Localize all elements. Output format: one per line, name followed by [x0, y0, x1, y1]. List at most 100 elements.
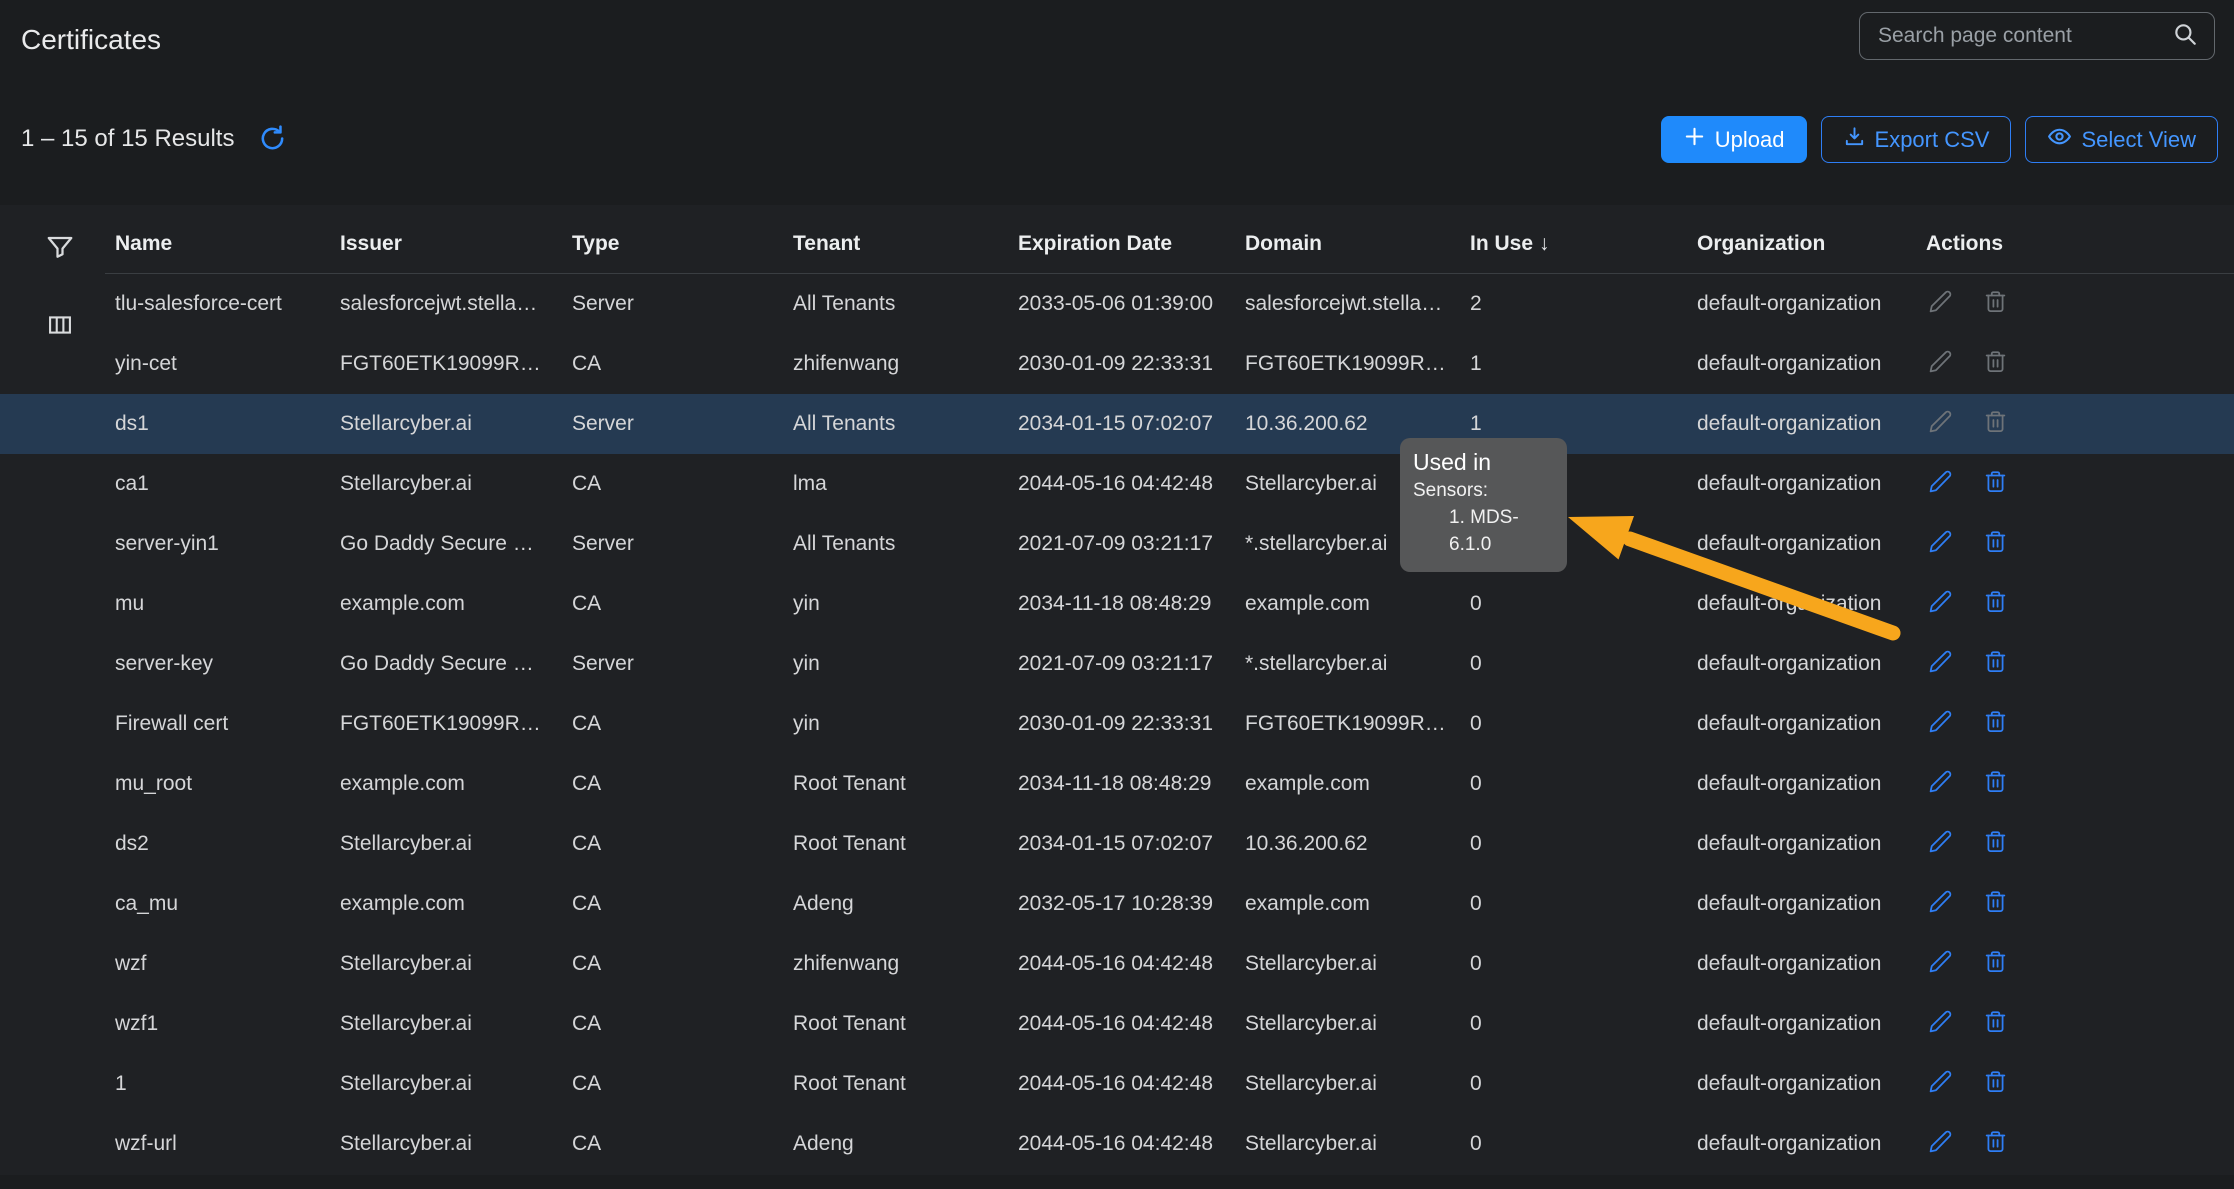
table-row[interactable]: 1Stellarcyber.aiCARoot Tenant2044-05-16 …: [0, 1054, 2234, 1114]
edit-icon[interactable]: [1928, 469, 1953, 500]
table-row[interactable]: ca1Stellarcyber.aiCAlma2044-05-16 04:42:…: [0, 454, 2234, 514]
table-row[interactable]: ds1Stellarcyber.aiServerAll Tenants2034-…: [0, 394, 2234, 454]
table-row[interactable]: yin-cetFGT60ETK19099R…CAzhifenwang2030-0…: [0, 334, 2234, 394]
search-input[interactable]: [1876, 23, 2162, 49]
delete-icon[interactable]: [1983, 949, 2008, 980]
edit-icon[interactable]: [1928, 709, 1953, 740]
delete-icon[interactable]: [1983, 1069, 2008, 1100]
edit-icon[interactable]: [1928, 529, 1953, 560]
cell-organization: default-organization: [1687, 772, 1916, 796]
cell-expiration: 2044-05-16 04:42:48: [1008, 1012, 1235, 1036]
cell-organization: default-organization: [1687, 1012, 1916, 1036]
cell-domain: example.com: [1235, 892, 1460, 916]
cell-expiration: 2030-01-09 22:33:31: [1008, 352, 1235, 376]
table-row[interactable]: tlu-salesforce-certsalesforcejwt.stella……: [0, 274, 2234, 334]
edit-icon[interactable]: [1928, 589, 1953, 620]
refresh-icon[interactable]: [258, 124, 288, 154]
edit-icon[interactable]: [1928, 1129, 1953, 1160]
delete-icon[interactable]: [1983, 529, 2008, 560]
edit-icon[interactable]: [1928, 769, 1953, 800]
cell-actions: [1916, 949, 2234, 980]
table-row[interactable]: ds2Stellarcyber.aiCARoot Tenant2034-01-1…: [0, 814, 2234, 874]
cell-expiration: 2034-11-18 08:48:29: [1008, 592, 1235, 616]
cell-name: 1: [105, 1072, 330, 1096]
delete-icon[interactable]: [1983, 589, 2008, 620]
delete-icon[interactable]: [1983, 289, 2008, 320]
table-row[interactable]: server-yin1Go Daddy Secure …ServerAll Te…: [0, 514, 2234, 574]
table-row[interactable]: wzfStellarcyber.aiCAzhifenwang2044-05-16…: [0, 934, 2234, 994]
edit-icon[interactable]: [1928, 1069, 1953, 1100]
cell-type: Server: [562, 652, 783, 676]
search-box[interactable]: [1859, 12, 2215, 60]
export-csv-button-label: Export CSV: [1875, 127, 1990, 153]
cell-type: CA: [562, 712, 783, 736]
cell-domain: Stellarcyber.ai: [1235, 1012, 1460, 1036]
cell-organization: default-organization: [1687, 292, 1916, 316]
column-header-issuer[interactable]: Issuer: [330, 232, 562, 256]
delete-icon[interactable]: [1983, 1129, 2008, 1160]
cell-organization: default-organization: [1687, 832, 1916, 856]
edit-icon[interactable]: [1928, 349, 1953, 380]
cell-actions: [1916, 1009, 2234, 1040]
cell-type: CA: [562, 952, 783, 976]
delete-icon[interactable]: [1983, 769, 2008, 800]
cell-type: CA: [562, 352, 783, 376]
column-header-expiration[interactable]: Expiration Date: [1008, 232, 1235, 256]
table-row[interactable]: muexample.comCAyin2034-11-18 08:48:29exa…: [0, 574, 2234, 634]
cell-expiration: 2044-05-16 04:42:48: [1008, 1132, 1235, 1156]
edit-icon[interactable]: [1928, 889, 1953, 920]
cell-expiration: 2034-01-15 07:02:07: [1008, 832, 1235, 856]
cell-type: CA: [562, 1132, 783, 1156]
upload-button-label: Upload: [1715, 127, 1785, 153]
cell-expiration: 2044-05-16 04:42:48: [1008, 1072, 1235, 1096]
table-row[interactable]: ca_muexample.comCAAdeng2032-05-17 10:28:…: [0, 874, 2234, 934]
table-row[interactable]: wzf1Stellarcyber.aiCARoot Tenant2044-05-…: [0, 994, 2234, 1054]
cell-organization: default-organization: [1687, 1132, 1916, 1156]
column-header-tenant[interactable]: Tenant: [783, 232, 1008, 256]
page-title: Certificates: [21, 24, 161, 56]
cell-in-use: 0: [1460, 1012, 1687, 1036]
select-view-button[interactable]: Select View: [2025, 116, 2218, 163]
table-row[interactable]: server-keyGo Daddy Secure …Serveryin2021…: [0, 634, 2234, 694]
edit-icon[interactable]: [1928, 1009, 1953, 1040]
delete-icon[interactable]: [1983, 409, 2008, 440]
column-header-organization[interactable]: Organization: [1687, 232, 1916, 256]
column-header-domain[interactable]: Domain: [1235, 232, 1460, 256]
edit-icon[interactable]: [1928, 289, 1953, 320]
delete-icon[interactable]: [1983, 709, 2008, 740]
cell-tenant: zhifenwang: [783, 352, 1008, 376]
cell-actions: [1916, 1129, 2234, 1160]
edit-icon[interactable]: [1928, 409, 1953, 440]
tooltip-title: Used in: [1413, 447, 1554, 477]
column-header-type[interactable]: Type: [562, 232, 783, 256]
cell-expiration: 2034-11-18 08:48:29: [1008, 772, 1235, 796]
upload-button[interactable]: Upload: [1661, 116, 1807, 163]
delete-icon[interactable]: [1983, 1009, 2008, 1040]
cell-tenant: Root Tenant: [783, 1012, 1008, 1036]
export-csv-button[interactable]: Export CSV: [1821, 116, 2012, 163]
delete-icon[interactable]: [1983, 469, 2008, 500]
cell-issuer: example.com: [330, 892, 562, 916]
cell-in-use: 0: [1460, 772, 1687, 796]
table-row[interactable]: wzf-urlStellarcyber.aiCAAdeng2044-05-16 …: [0, 1114, 2234, 1174]
table-row[interactable]: mu_rootexample.comCARoot Tenant2034-11-1…: [0, 754, 2234, 814]
column-header-name[interactable]: Name: [105, 232, 330, 256]
cell-in-use: 0: [1460, 1132, 1687, 1156]
cell-domain: 10.36.200.62: [1235, 832, 1460, 856]
edit-icon[interactable]: [1928, 949, 1953, 980]
edit-icon[interactable]: [1928, 829, 1953, 860]
delete-icon[interactable]: [1983, 649, 2008, 680]
search-icon[interactable]: [2172, 21, 2198, 52]
column-header-in-use[interactable]: In Use↓: [1460, 232, 1687, 256]
cell-organization: default-organization: [1687, 652, 1916, 676]
cell-expiration: 2044-05-16 04:42:48: [1008, 952, 1235, 976]
table-row[interactable]: Firewall certFGT60ETK19099R…CAyin2030-01…: [0, 694, 2234, 754]
edit-icon[interactable]: [1928, 649, 1953, 680]
delete-icon[interactable]: [1983, 889, 2008, 920]
cell-organization: default-organization: [1687, 472, 1916, 496]
cell-in-use: 0: [1460, 652, 1687, 676]
cell-name: ds2: [105, 832, 330, 856]
cell-in-use: 0: [1460, 592, 1687, 616]
delete-icon[interactable]: [1983, 829, 2008, 860]
delete-icon[interactable]: [1983, 349, 2008, 380]
